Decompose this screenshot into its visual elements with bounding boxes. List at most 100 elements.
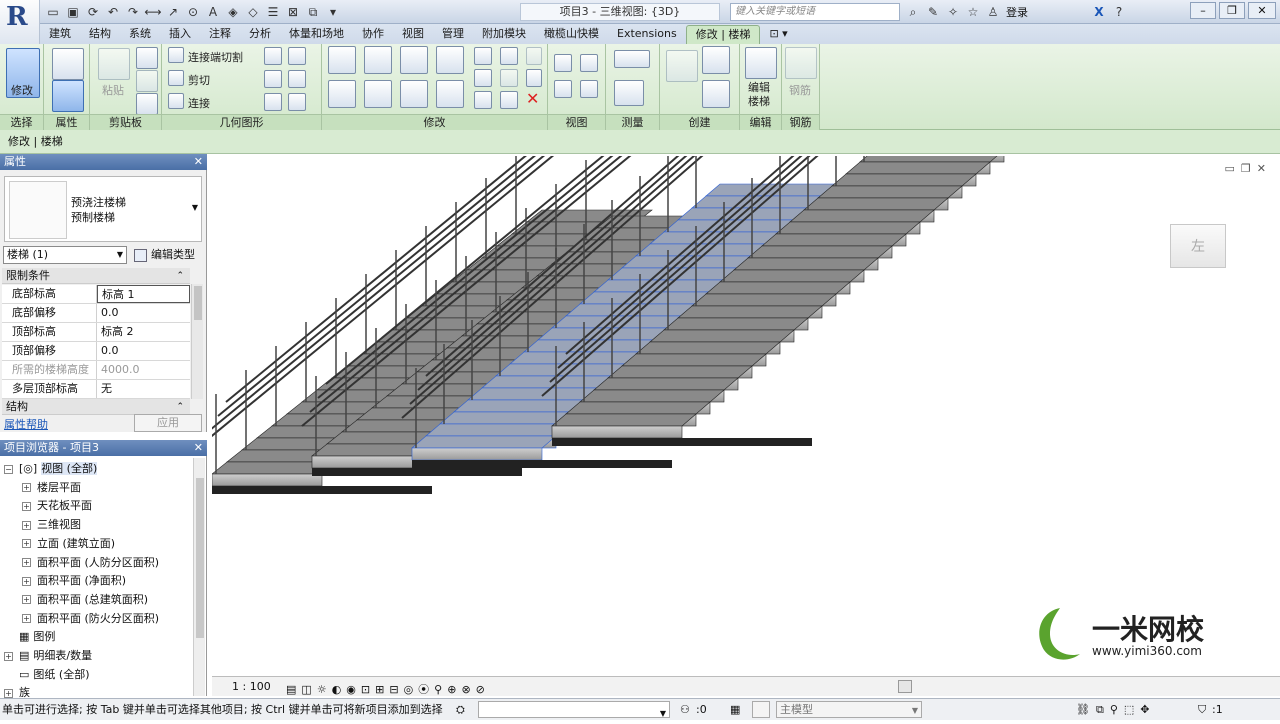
hide-isolate-icon[interactable] <box>554 54 572 72</box>
stair-model[interactable] <box>212 156 1280 676</box>
trim-extend-icon[interactable] <box>436 80 464 108</box>
exchange-icon[interactable]: X <box>1090 3 1108 21</box>
tab-1[interactable]: 结构 <box>80 25 120 44</box>
tree-node[interactable]: + 天花板平面 <box>22 497 92 515</box>
expand-toggle-icon[interactable]: + <box>4 688 13 698</box>
measure-distance-icon[interactable] <box>614 50 650 68</box>
rotate-icon[interactable] <box>400 80 428 108</box>
open-icon[interactable]: ▭ <box>44 3 62 21</box>
tab-8[interactable]: 视图 <box>393 25 433 44</box>
property-value[interactable]: 无 <box>97 380 190 398</box>
group-structure[interactable]: 结构 ⌃ <box>2 399 190 415</box>
3d-view-icon[interactable]: ◈ <box>224 3 242 21</box>
join-cut-icon[interactable] <box>168 47 184 63</box>
communication-icon[interactable]: ✧ <box>944 3 962 21</box>
cut-geometry-label[interactable]: 剪切 <box>188 72 210 88</box>
close-icon[interactable]: ✕ <box>1248 2 1276 19</box>
tab-0[interactable]: 建筑 <box>40 25 80 44</box>
tab-5[interactable]: 分析 <box>240 25 280 44</box>
type-selector[interactable]: 预浇注楼梯 预制楼梯 ▼ <box>4 176 202 242</box>
close-browser-icon[interactable]: ✕ <box>194 440 203 456</box>
join-geometry-label[interactable]: 连接 <box>188 95 210 111</box>
match-properties-icon[interactable] <box>136 93 158 115</box>
expand-toggle-icon[interactable]: − <box>4 464 13 474</box>
tree-node[interactable]: + 三维视图 <box>22 516 81 534</box>
copy-icon[interactable] <box>136 70 158 92</box>
undo-icon[interactable]: ↶ <box>104 3 122 21</box>
detail-level-icon[interactable]: ▤ <box>286 680 296 700</box>
aligned-dimension-icon[interactable] <box>614 80 644 106</box>
expand-toggle-icon[interactable]: + <box>22 614 31 624</box>
filter-icon[interactable]: ⛉ <box>1198 699 1206 720</box>
tab-6[interactable]: 体量和场地 <box>280 25 353 44</box>
expand-toggle-icon[interactable]: + <box>22 558 31 567</box>
create-similar-icon[interactable] <box>702 46 730 74</box>
expand-toggle-icon[interactable]: + <box>22 539 31 549</box>
align-icon[interactable] <box>328 46 356 74</box>
delete-icon[interactable]: ✕ <box>526 89 539 108</box>
binoculars-icon[interactable]: ⌕ <box>904 3 922 21</box>
offset-icon[interactable] <box>364 46 392 74</box>
expand-toggle-icon[interactable]: + <box>22 483 31 493</box>
property-value[interactable]: 0.0 <box>97 304 190 322</box>
select-pinned-icon[interactable]: ⚲ <box>1110 699 1118 720</box>
hammer-icon[interactable] <box>288 93 306 111</box>
trim-single-icon[interactable] <box>474 91 492 109</box>
property-row[interactable]: 底部偏移 0.0 <box>2 304 190 323</box>
apply-button[interactable]: 应用 <box>134 414 202 432</box>
split-gap-icon[interactable] <box>500 47 518 65</box>
tree-node[interactable]: + 楼层平面 <box>22 479 81 497</box>
tab-10[interactable]: 附加模块 <box>473 25 535 44</box>
viewcube[interactable]: 左 <box>1170 224 1226 268</box>
property-value[interactable]: 标高 2 <box>97 323 190 341</box>
tree-node[interactable]: − [◎] 视图 (全部) <box>4 460 98 478</box>
expand-toggle-icon[interactable]: + <box>4 651 13 661</box>
property-row[interactable]: 顶部偏移 0.0 <box>2 342 190 361</box>
browser-header[interactable]: 项目浏览器 - 项目3 ✕ <box>0 440 207 456</box>
highlight-displacement-icon[interactable]: ⊗ <box>461 680 470 700</box>
tab-11[interactable]: 橄榄山快模 <box>535 25 608 44</box>
workset-dropdown[interactable]: ▼ <box>478 701 670 718</box>
trim-multiple-icon[interactable] <box>500 91 518 109</box>
move-icon[interactable] <box>328 80 356 108</box>
tab-2[interactable]: 系统 <box>120 25 160 44</box>
view-window-controls[interactable]: ▭❐✕ <box>1225 162 1272 175</box>
join-cut-label[interactable]: 连接端切割 <box>188 49 243 65</box>
property-row[interactable]: 底部标高 标高 1 <box>2 285 190 304</box>
select-underlay-icon[interactable]: ⧉ <box>1096 699 1104 720</box>
reveal-hidden-icon[interactable]: ⦿ <box>418 680 429 700</box>
property-row[interactable]: 所需的楼梯高度 4000.0 <box>2 361 190 380</box>
cut-geometry-icon[interactable] <box>168 70 184 86</box>
mirror-axis-icon[interactable] <box>400 46 428 74</box>
search-input[interactable]: 键入关键字或短语 <box>730 3 900 21</box>
expand-toggle-icon[interactable]: + <box>22 595 31 605</box>
tab-4[interactable]: 注释 <box>200 25 240 44</box>
cut-icon[interactable] <box>136 47 158 69</box>
property-row[interactable]: 顶部标高 标高 2 <box>2 323 190 342</box>
thin-lines-icon[interactable]: ☰ <box>264 3 282 21</box>
tree-node[interactable]: ▦ 图例 <box>4 628 55 646</box>
close-hidden-icon[interactable]: ⊠ <box>284 3 302 21</box>
mirror-draw-icon[interactable] <box>436 46 464 74</box>
section-icon[interactable]: ◇ <box>244 3 262 21</box>
view-scale[interactable]: 1 : 100 <box>232 677 271 697</box>
user-icon[interactable]: ♙ <box>984 3 1002 21</box>
demolish-icon[interactable] <box>288 70 306 88</box>
group-constraints[interactable]: 限制条件 ⌃ <box>2 268 190 284</box>
text-icon[interactable]: A <box>204 3 222 21</box>
worksets-icon[interactable]: ⛭ <box>456 699 465 720</box>
properties-header[interactable]: 属性 ✕ <box>0 154 207 170</box>
expand-toggle-icon[interactable]: + <box>22 576 31 586</box>
edit-profile-icon[interactable] <box>264 93 282 111</box>
expand-toggle-icon[interactable]: + <box>22 520 31 530</box>
design-options-icon[interactable]: ▦ <box>730 699 740 720</box>
paste-icon[interactable] <box>98 48 130 80</box>
copy-element-icon[interactable] <box>364 80 392 108</box>
properties-icon[interactable] <box>52 80 84 112</box>
properties-scrollbar[interactable] <box>191 284 203 399</box>
login-link[interactable]: 登录 <box>1006 4 1028 20</box>
editing-requests-icon[interactable]: ⚇ <box>680 699 690 720</box>
rebar-icon[interactable] <box>785 47 817 79</box>
dimension-icon[interactable]: ↗ <box>164 3 182 21</box>
split-icon[interactable] <box>474 47 492 65</box>
